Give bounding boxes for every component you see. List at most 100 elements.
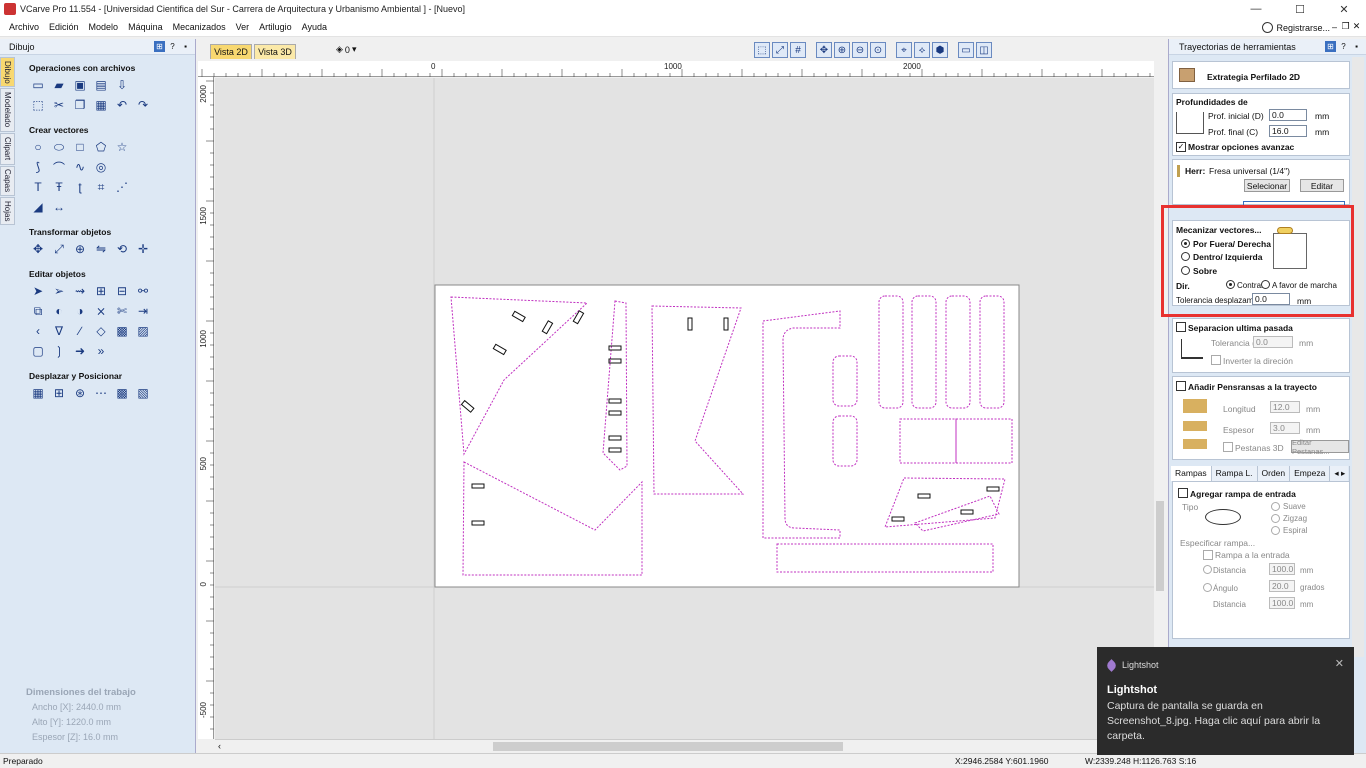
tab-rampas[interactable]: Rampas [1171,466,1212,481]
add-ramp-checkbox[interactable] [1178,488,1188,498]
v-scroll-thumb[interactable] [1156,501,1164,591]
panel-scrollbar[interactable] [1352,57,1364,657]
spiral-radio[interactable] [1271,526,1280,535]
mirror-icon[interactable]: ⇋ [93,241,109,257]
move-icon[interactable]: ✥ [30,241,46,257]
menu-modelo[interactable]: Modelo [89,22,119,32]
help-icon[interactable]: ? [1338,41,1349,52]
tab-empeza[interactable]: Empeza [1290,466,1331,481]
select-tool-button[interactable]: Selecionar [1244,179,1290,192]
close-panel-icon[interactable]: ▪ [180,41,191,52]
import-icon[interactable]: ⇩ [114,77,130,93]
scroll-left-icon[interactable]: ‹ [218,741,221,751]
register-link[interactable]: Registrarse... [1262,22,1330,33]
tabs-3d-checkbox[interactable] [1223,442,1233,452]
reverse-direction-checkbox[interactable] [1211,355,1221,365]
add-tabs-checkbox[interactable] [1176,381,1186,391]
h-scroll-thumb[interactable] [493,742,843,751]
ungroup-icon[interactable]: ⊟ [114,283,130,299]
distance-input[interactable]: 100.0 [1269,563,1295,575]
round-rect-icon[interactable]: ▢ [30,343,46,359]
tab-3d-view[interactable]: Vista 3D [254,44,296,59]
maximize-button[interactable]: ☐ [1278,0,1322,18]
zigzag-radio[interactable] [1271,514,1280,523]
angle-radio[interactable] [1203,583,1212,592]
snap-icon[interactable]: ⌖ [896,42,912,58]
grid-icon[interactable]: # [790,42,806,58]
minimize-button[interactable]: — [1234,0,1278,18]
zoom-fit-icon[interactable]: ⤢ [772,42,788,58]
new-file-icon[interactable]: ▭ [30,77,46,93]
mdi-minimize-button[interactable]: – [1329,20,1340,33]
menu-máquina[interactable]: Máquina [128,22,163,32]
array-icon[interactable]: ▦ [30,385,46,401]
cut-icon[interactable]: ✂ [51,97,67,113]
open-folder-icon[interactable]: ▰ [51,77,67,93]
help-icon[interactable]: ? [167,41,178,52]
import-vector-icon[interactable]: ⬚ [30,97,46,113]
save-as-icon[interactable]: ▤ [93,77,109,93]
close-panel-icon[interactable]: ▪ [1351,41,1362,52]
rectangle-icon[interactable]: □ [72,139,88,155]
zoom-all-icon[interactable]: ⊙ [870,42,886,58]
chamfer-icon[interactable]: ∇ [51,323,67,339]
vtab-modelado[interactable]: Modelado [0,88,15,132]
arc-icon[interactable]: ⌒ [51,159,67,175]
edit-tabs-button[interactable]: Editar Pestanas... [1291,438,1349,456]
bracket-right-icon[interactable]: » [93,343,109,359]
interactive-trim-icon[interactable]: ⇝ [72,283,88,299]
offset-icon[interactable]: ◇ [93,323,109,339]
scale-icon[interactable]: ⤢ [51,241,67,257]
cut-depth-input[interactable]: 16.0 [1269,125,1307,137]
circle-icon[interactable]: ○ [30,139,46,155]
weld-icon[interactable]: ⧉ [30,303,46,319]
select-icon[interactable]: ➤ [30,283,46,299]
center-icon[interactable]: ✛ [135,241,151,257]
lightshot-notification[interactable]: Lightshot ✕ Lightshot Captura de pantall… [1097,647,1354,755]
distance-radio[interactable] [1203,565,1212,574]
bitmap-icon[interactable]: ▨ [135,323,151,339]
nest-grid-icon[interactable]: ▧ [135,385,151,401]
grid-array-icon[interactable]: ⊞ [51,385,67,401]
group-icon[interactable]: ⊞ [93,283,109,299]
ramp-entry-checkbox[interactable] [1203,550,1213,560]
fillet-icon[interactable]: ‹ [30,323,46,339]
extend-icon[interactable]: ⇥ [135,303,151,319]
zoom-out-icon[interactable]: ⊖ [852,42,868,58]
ellipse-icon[interactable]: ⬭ [51,139,67,155]
paste-icon[interactable]: ▦ [93,97,109,113]
intersect-icon[interactable]: ◑ [72,303,88,319]
menu-ver[interactable]: Ver [236,22,250,32]
polygon-icon[interactable]: ⬠ [93,139,109,155]
layout-icon[interactable]: ▭ [958,42,974,58]
horizontal-scrollbar[interactable]: ‹› [215,739,1154,753]
text-on-curve-icon[interactable]: ʈ [72,179,88,195]
drawing-canvas[interactable] [215,78,1154,739]
close-button[interactable]: ✕ [1322,0,1366,18]
separation-tol-input[interactable]: 0.0 [1253,336,1293,348]
smooth-icon[interactable]: ∕ [72,323,88,339]
tab-thickness-input[interactable]: 3.0 [1270,422,1300,434]
rotate-icon[interactable]: ⟲ [114,241,130,257]
vtab-capas[interactable]: Capas [0,166,15,196]
mdi-restore-button[interactable]: ❐ [1340,20,1351,33]
edit-tool-button[interactable]: Editar [1300,179,1344,192]
dimension-line-icon[interactable]: ↔ [51,199,67,215]
spiral-icon[interactable]: ◎ [93,159,109,175]
tab-2d-view[interactable]: Vista 2D [210,44,252,59]
text-box-icon[interactable]: Ŧ [51,179,67,195]
toast-close-button[interactable]: ✕ [1335,657,1344,670]
menu-archivo[interactable]: Archivo [9,22,39,32]
pin-icon[interactable]: ⊞ [1325,41,1336,52]
layer-selector[interactable]: ◈ 0 ▾ [336,44,356,55]
menu-artilugio[interactable]: Artilugio [259,22,292,32]
pin-icon[interactable]: ⊞ [154,41,165,52]
zoom-box-icon[interactable]: ⬚ [754,42,770,58]
distance2-input[interactable]: 100.0 [1269,597,1295,609]
mdi-close-button[interactable]: ✕ [1351,20,1362,33]
pan-icon[interactable]: ✥ [816,42,832,58]
start-depth-input[interactable]: 0.0 [1269,109,1307,121]
advanced-options-checkbox[interactable]: ✓ [1176,142,1186,152]
angle-input[interactable]: 20.0 [1269,580,1295,592]
redo-icon[interactable]: ↷ [135,97,151,113]
